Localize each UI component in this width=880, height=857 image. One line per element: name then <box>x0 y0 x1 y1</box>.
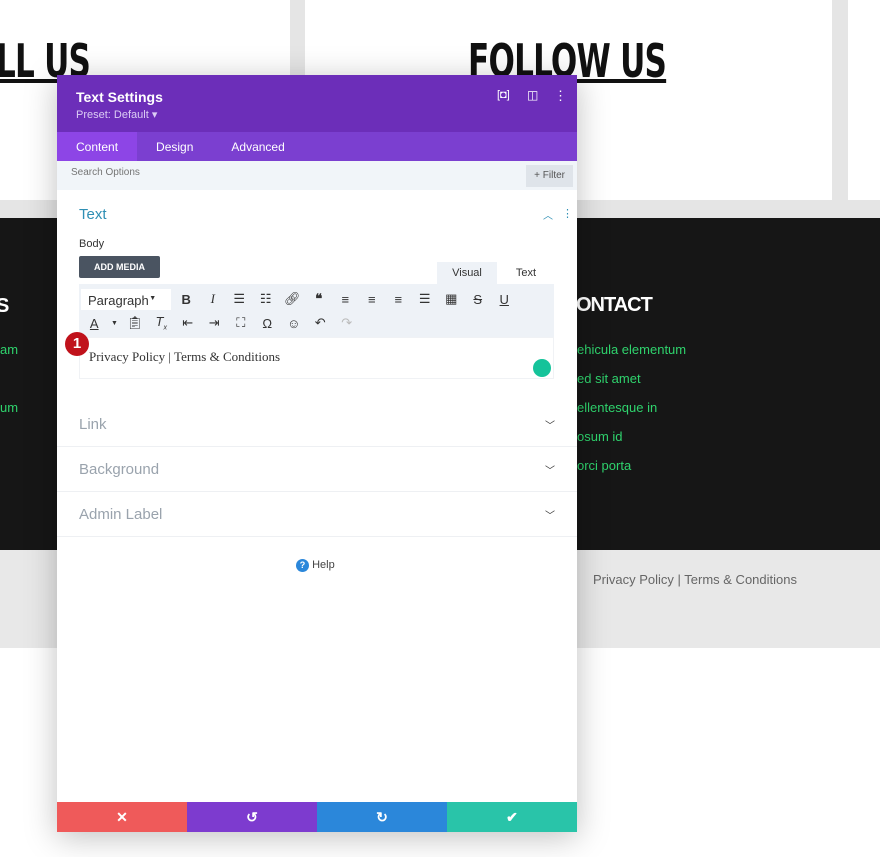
more-options-icon[interactable]: ⋮ <box>554 88 567 104</box>
outdent-icon[interactable]: ⇤ <box>175 315 202 331</box>
chevron-up-icon[interactable]: ︿ <box>543 207 553 222</box>
editor-toolbar: Paragraph ▼ B I ☰ ☷ 🔗︎ ❝ ≡ ≡ ≡ ☰ ▦ S U A … <box>79 284 554 337</box>
section-admin-label[interactable]: Admin Label ﹀ <box>57 492 577 537</box>
paste-text-icon[interactable]: 📋︎ <box>122 315 149 331</box>
editor-tab-visual[interactable]: Visual <box>437 262 497 284</box>
text-color-icon[interactable]: A <box>81 316 108 331</box>
body-label: Body <box>79 238 105 250</box>
footer-text: Privacy Policy | Terms & Conditions <box>593 572 797 587</box>
filter-button[interactable]: + Filter <box>526 165 573 187</box>
help-icon: ? <box>296 559 309 572</box>
contact-link[interactable]: osum id <box>577 429 623 444</box>
grammarly-icon[interactable] <box>533 359 551 377</box>
tab-advanced[interactable]: Advanced <box>212 132 303 161</box>
search-input[interactable] <box>71 167 371 178</box>
left-link[interactable]: um <box>0 400 18 415</box>
indent-icon[interactable]: ⇥ <box>201 315 228 331</box>
section-link[interactable]: Link ﹀ <box>57 402 577 447</box>
link-icon[interactable]: 🔗︎ <box>279 291 306 307</box>
contact-link[interactable]: ehicula elementum <box>577 342 686 357</box>
left-link[interactable]: am <box>0 342 18 357</box>
preset-dropdown[interactable]: Preset: Default ▾ <box>76 108 558 121</box>
bold-icon[interactable]: B <box>173 292 200 307</box>
collapsed-sections: Link ﹀ Background ﹀ Admin Label ﹀ <box>57 402 577 537</box>
search-bar: + Filter <box>57 161 577 190</box>
contact-heading: ONTACT <box>576 294 653 316</box>
editor-content-area[interactable]: Privacy Policy | Terms & Conditions <box>79 337 554 379</box>
table-icon[interactable]: ▦ <box>438 291 465 307</box>
modal-title: Text Settings <box>76 89 163 105</box>
special-character-icon[interactable]: Ω <box>254 316 281 331</box>
align-right-icon[interactable]: ≡ <box>385 292 412 307</box>
underline-icon[interactable]: U <box>491 292 518 307</box>
clear-formatting-icon[interactable]: Tx <box>148 314 175 332</box>
section-title-text[interactable]: Text <box>79 206 107 223</box>
format-select[interactable]: Paragraph ▼ <box>81 288 171 310</box>
left-heading: S <box>0 295 10 317</box>
bullet-list-icon[interactable]: ☰ <box>226 291 253 307</box>
tab-content[interactable]: Content <box>57 132 138 161</box>
numbered-list-icon[interactable]: ☷ <box>253 291 280 307</box>
editor-tab-text[interactable]: Text <box>498 262 554 284</box>
section-menu-icon[interactable]: ⋮ <box>562 207 573 220</box>
split-view-icon[interactable]: ◫ <box>527 88 538 102</box>
strikethrough-icon[interactable]: S <box>465 292 492 307</box>
modal-tabs: Content Design Advanced <box>57 132 577 161</box>
color-dropdown-icon[interactable]: ▼ <box>108 320 122 327</box>
emoji-icon[interactable]: ☺ <box>281 316 308 331</box>
redo-button[interactable]: ↻ <box>317 802 447 832</box>
undo-icon[interactable]: ↶ <box>307 315 334 331</box>
chevron-down-icon: ﹀ <box>545 420 555 432</box>
help-link[interactable]: ? Help <box>296 559 335 572</box>
editor-text: Privacy Policy | Terms & Conditions <box>89 349 281 364</box>
align-center-icon[interactable]: ≡ <box>359 292 386 307</box>
fullscreen-icon[interactable]: [◘] <box>497 89 510 101</box>
chevron-down-icon: ﹀ <box>545 465 555 477</box>
cancel-button[interactable]: ✕ <box>57 802 187 832</box>
contact-link[interactable]: orci porta <box>577 458 631 473</box>
section-background[interactable]: Background ﹀ <box>57 447 577 492</box>
redo-icon[interactable]: ↷ <box>334 315 361 331</box>
undo-button[interactable]: ↺ <box>187 802 317 832</box>
modal-header: Text Settings Preset: Default ▾ [◘] ◫ ⋮ <box>57 75 577 132</box>
justify-icon[interactable]: ☰ <box>412 291 439 307</box>
blockquote-icon[interactable]: ❝ <box>306 291 333 307</box>
chevron-down-icon: ﹀ <box>545 510 555 522</box>
italic-icon[interactable]: I <box>200 291 227 307</box>
fullscreen-editor-icon[interactable]: ⛶ <box>228 315 255 331</box>
contact-link[interactable]: ed sit amet <box>577 371 641 386</box>
align-left-icon[interactable]: ≡ <box>332 292 359 307</box>
contact-link[interactable]: ellentesque in <box>577 400 657 415</box>
tab-design[interactable]: Design <box>137 132 212 161</box>
save-button[interactable]: ✔ <box>447 802 577 832</box>
text-settings-modal: Text Settings Preset: Default ▾ [◘] ◫ ⋮ … <box>57 75 577 832</box>
step-badge: 1 <box>65 332 89 356</box>
add-media-button[interactable]: ADD MEDIA <box>79 256 160 278</box>
